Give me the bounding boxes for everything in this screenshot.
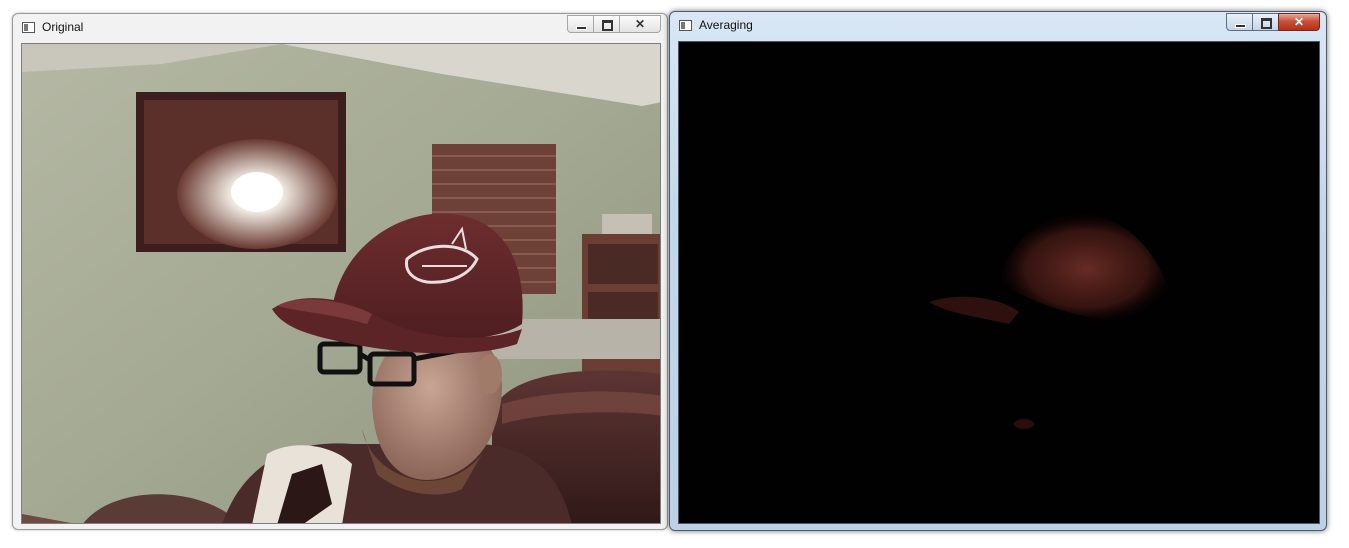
window-controls: ✕ [567,15,661,33]
original-titlebar[interactable]: Original ✕ [13,14,667,42]
original-window[interactable]: Original ✕ [12,13,668,530]
original-frame-image [22,44,660,523]
maximize-button[interactable] [593,15,619,33]
close-icon: ✕ [634,17,646,31]
close-icon: ✕ [1293,15,1305,29]
minimize-button[interactable] [1226,13,1252,31]
averaging-frame-image [679,42,1319,523]
maximize-button[interactable] [1252,13,1278,31]
app-window-icon [22,22,35,33]
close-button[interactable]: ✕ [619,15,661,33]
minimize-button[interactable] [567,15,593,33]
app-window-icon [679,20,692,31]
averaging-window[interactable]: Averaging ✕ [669,11,1327,531]
averaging-titlebar[interactable]: Averaging ✕ [670,12,1326,40]
original-window-title: Original [42,20,84,34]
close-button[interactable]: ✕ [1278,13,1320,31]
original-video-frame [21,43,661,524]
averaging-video-frame [678,41,1320,524]
averaging-window-title: Averaging [699,18,753,32]
window-controls: ✕ [1226,13,1320,31]
